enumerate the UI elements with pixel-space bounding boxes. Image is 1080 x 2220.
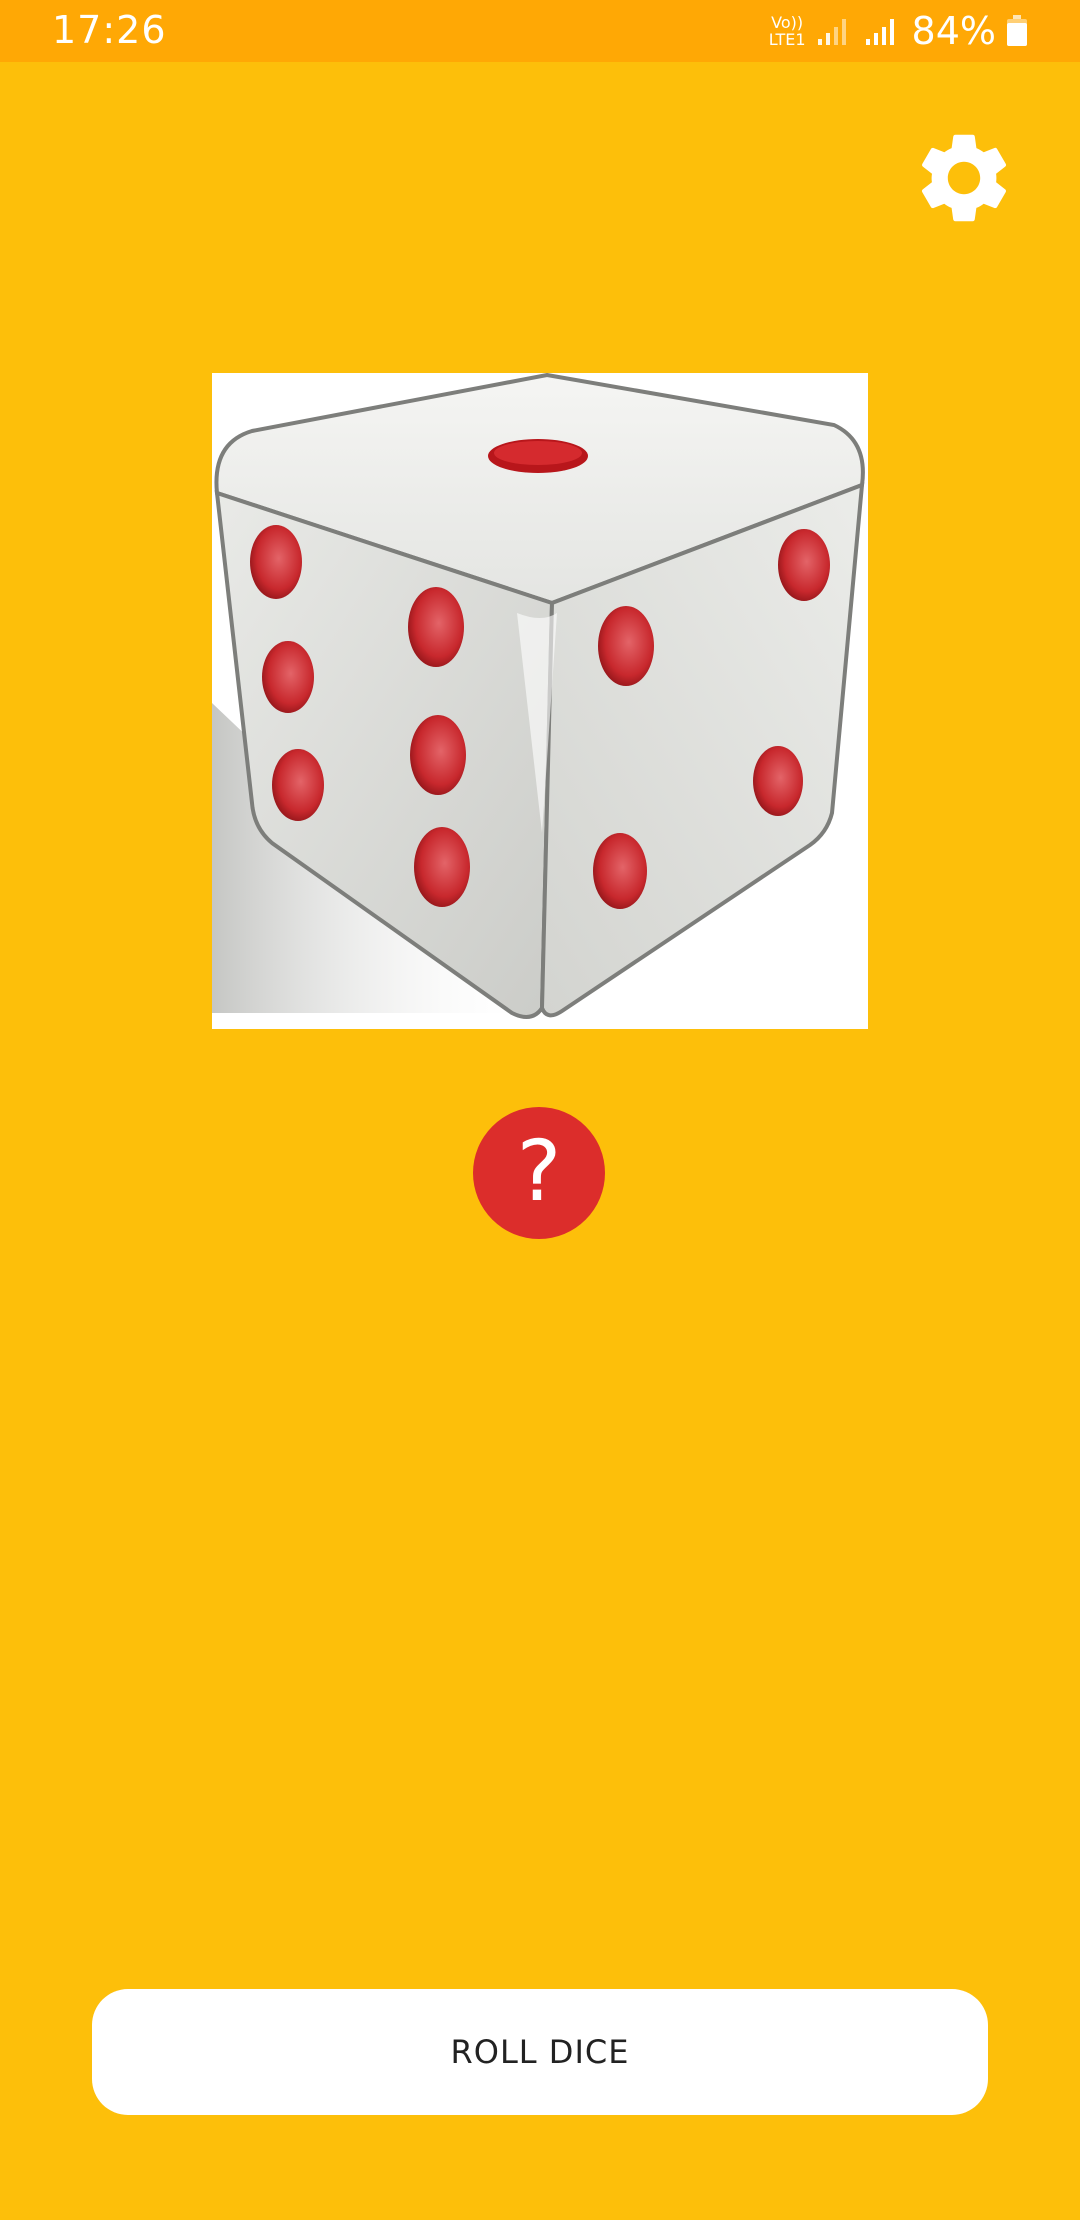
dice-image (212, 373, 868, 1029)
signal-icon (817, 19, 846, 45)
battery-icon (1007, 15, 1027, 46)
roll-dice-label: ROLL DICE (450, 2033, 630, 2071)
settings-button[interactable] (910, 124, 1018, 232)
status-time: 17:26 (52, 8, 167, 52)
volte-indicator: Vo)) LTE1 (768, 13, 806, 49)
status-icons: Vo)) LTE1 84% (768, 9, 1028, 53)
gear-icon (921, 134, 1007, 222)
battery-percent: 84% (911, 9, 996, 53)
help-button[interactable]: ? (473, 1107, 605, 1239)
signal-icon (865, 19, 894, 45)
roll-dice-button[interactable]: ROLL DICE (92, 1989, 988, 2115)
question-icon: ? (516, 1122, 562, 1220)
dice-icon (212, 373, 865, 1019)
status-bar: 17:26 Vo)) LTE1 84% (0, 0, 1080, 62)
